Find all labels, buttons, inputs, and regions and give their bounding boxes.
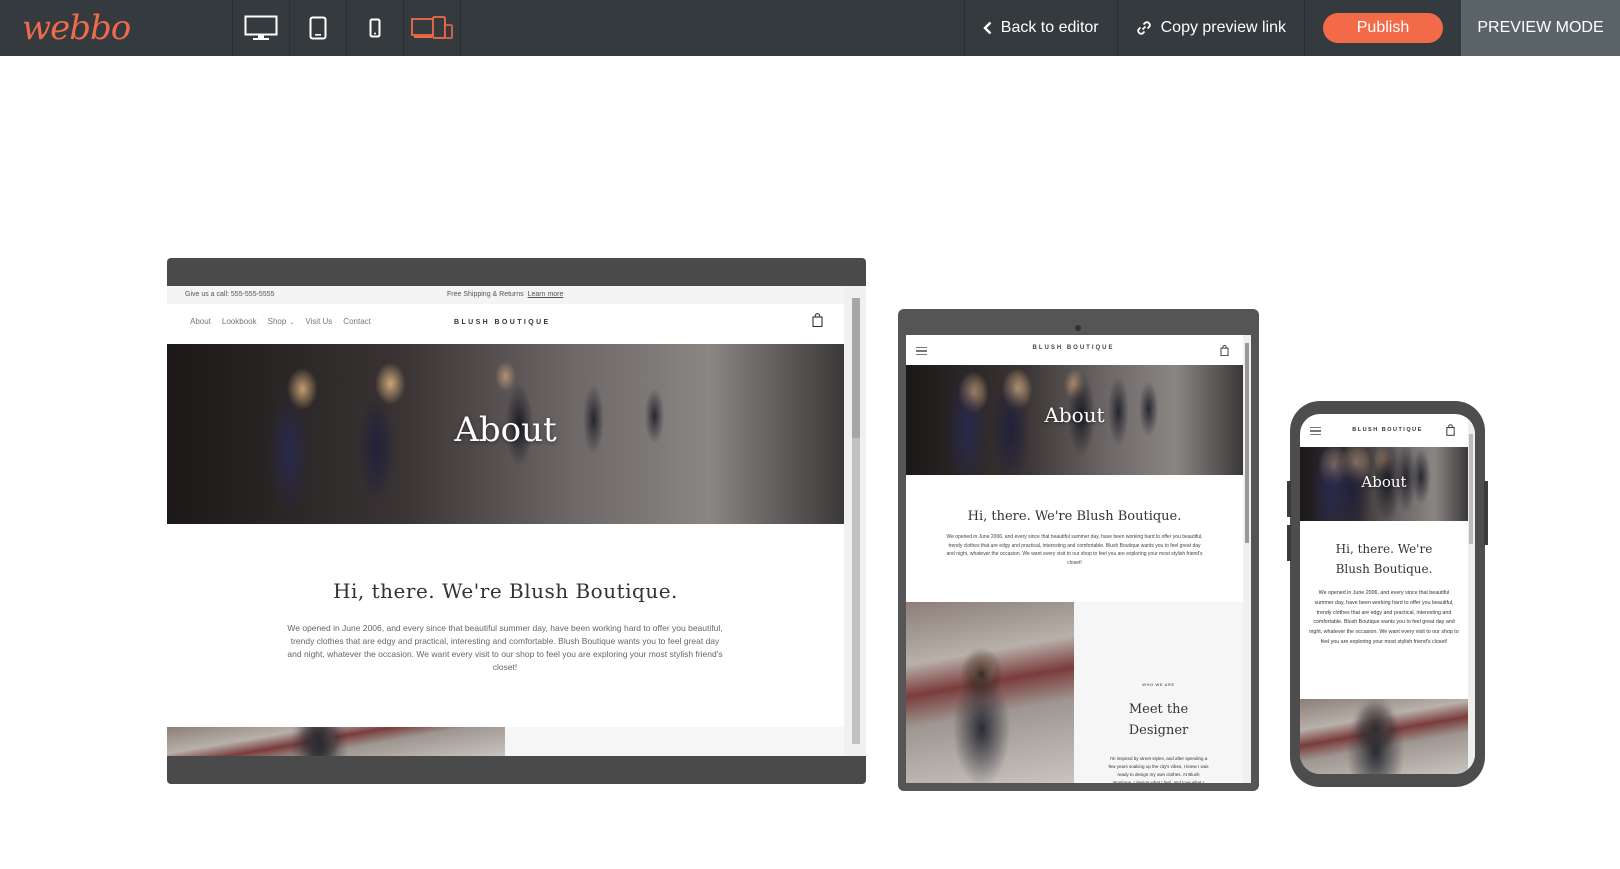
phone-site-nav: BLUSH BOUTIQUE	[1300, 414, 1475, 447]
designer-section	[505, 727, 844, 756]
designer-kicker: WHO WE ARE	[1142, 682, 1175, 687]
chevron-left-icon	[983, 21, 992, 35]
phone-intro-heading: Hi, there. We're Blush Boutique.	[1335, 542, 1433, 576]
free-shipping-text: Free Shipping & Returns	[447, 291, 524, 298]
all-devices-view-button[interactable]	[404, 0, 461, 56]
hero-banner: About	[167, 344, 844, 524]
phone-intro-section: Hi, there. We're Blush Boutique. We open…	[1300, 521, 1468, 699]
phone-preview-screen: BLUSH BOUTIQUE About Hi, there. We're Bl…	[1300, 414, 1475, 774]
nav-shop[interactable]: Shop ⌄	[268, 317, 295, 326]
tablet-preview-frame: BLUSH BOUTIQUE About Hi, there. We're Bl…	[898, 309, 1259, 791]
nav-contact[interactable]: Contact	[343, 317, 371, 326]
tablet-hero-title: About	[1044, 403, 1105, 427]
intro-heading: Hi, there. We're Blush Boutique.	[333, 579, 678, 603]
copy-preview-link-button[interactable]: Copy preview link	[1116, 0, 1304, 56]
desktop-scrollbar[interactable]	[844, 286, 866, 756]
nav-visit-us[interactable]: Visit Us	[305, 317, 332, 326]
tablet-icon	[309, 16, 327, 40]
phone-side-button	[1287, 481, 1291, 517]
tablet-intro-heading: Hi, there. We're Blush Boutique.	[967, 509, 1182, 524]
back-to-editor-label: Back to editor	[1000, 19, 1099, 36]
phone-intro-text: We opened in June 2006, and every since …	[1309, 590, 1459, 645]
tablet-intro-section: Hi, there. We're Blush Boutique. We open…	[906, 475, 1243, 602]
preview-mode-indicator: PREVIEW MODE	[1461, 0, 1620, 56]
nav-about[interactable]: About	[190, 317, 211, 326]
phone-side-button	[1287, 525, 1291, 561]
designer-text: I'm inspired by street styles, and after…	[1108, 756, 1209, 783]
shopping-bag-icon[interactable]	[1220, 345, 1229, 356]
tablet-camera	[1075, 325, 1081, 331]
hero-title: About	[454, 410, 557, 450]
tablet-brand-name[interactable]: BLUSH BOUTIQUE	[906, 345, 1241, 351]
tablet-intro-text: We opened in June 2006, and every since …	[946, 534, 1203, 566]
designer-photo	[167, 727, 505, 756]
desktop-preview-screen: Give us a call: 555-555-5555 Free Shippi…	[167, 286, 866, 756]
link-icon	[1136, 21, 1151, 35]
back-to-editor-button[interactable]: Back to editor	[963, 0, 1117, 56]
learn-more-link[interactable]: Learn more	[528, 291, 564, 298]
preview-toolbar: webbo Back to editor Copy preview link P…	[0, 0, 1620, 56]
designer-heading: Meet the Designer	[1128, 702, 1189, 738]
publish-button[interactable]: Publish	[1323, 13, 1443, 43]
brand-name[interactable]: BLUSH BOUTIQUE	[454, 319, 551, 326]
webbo-logo[interactable]: webbo	[0, 0, 233, 56]
phone-scrollbar[interactable]	[1468, 414, 1475, 774]
mobile-view-button[interactable]	[347, 0, 404, 56]
shopping-bag-icon[interactable]	[812, 313, 823, 327]
phone-designer-photo	[1300, 699, 1468, 774]
tablet-hero-banner: About	[906, 365, 1243, 475]
tablet-site-nav: BLUSH BOUTIQUE	[906, 335, 1251, 365]
phone-icon	[369, 18, 381, 38]
copy-preview-link-label: Copy preview link	[1160, 19, 1286, 36]
desktop-preview-frame: Give us a call: 555-555-5555 Free Shippi…	[167, 258, 866, 784]
phone-side-button	[1484, 481, 1488, 545]
tablet-designer-section: WHO WE ARE Meet the Designer I'm inspire…	[1074, 602, 1243, 783]
phone-preview-frame: BLUSH BOUTIQUE About Hi, there. We're Bl…	[1287, 401, 1488, 787]
announcement-bar: Give us a call: 555-555-5555 Free Shippi…	[167, 286, 866, 304]
intro-section: Hi, there. We're Blush Boutique. We open…	[167, 524, 844, 727]
tablet-designer-photo	[906, 602, 1074, 783]
shopping-bag-icon[interactable]	[1446, 424, 1455, 436]
phone-hero-banner: About	[1300, 447, 1468, 521]
site-nav: About Lookbook Shop ⌄ Visit Us Contact BL…	[167, 304, 866, 344]
multi-device-icon	[411, 16, 453, 39]
tablet-preview-screen: BLUSH BOUTIQUE About Hi, there. We're Bl…	[906, 335, 1251, 783]
phone-hero-title: About	[1361, 473, 1407, 491]
device-switcher	[233, 0, 461, 56]
tablet-view-button[interactable]	[290, 0, 347, 56]
nav-lookbook[interactable]: Lookbook	[222, 317, 257, 326]
desktop-view-button[interactable]	[233, 0, 290, 56]
tablet-scrollbar[interactable]	[1243, 335, 1251, 783]
chevron-down-icon: ⌄	[289, 320, 295, 326]
desktop-icon	[244, 15, 278, 40]
phone-call-text: Give us a call: 555-555-5555	[185, 291, 275, 298]
intro-text: We opened in June 2006, and every since …	[287, 623, 723, 672]
